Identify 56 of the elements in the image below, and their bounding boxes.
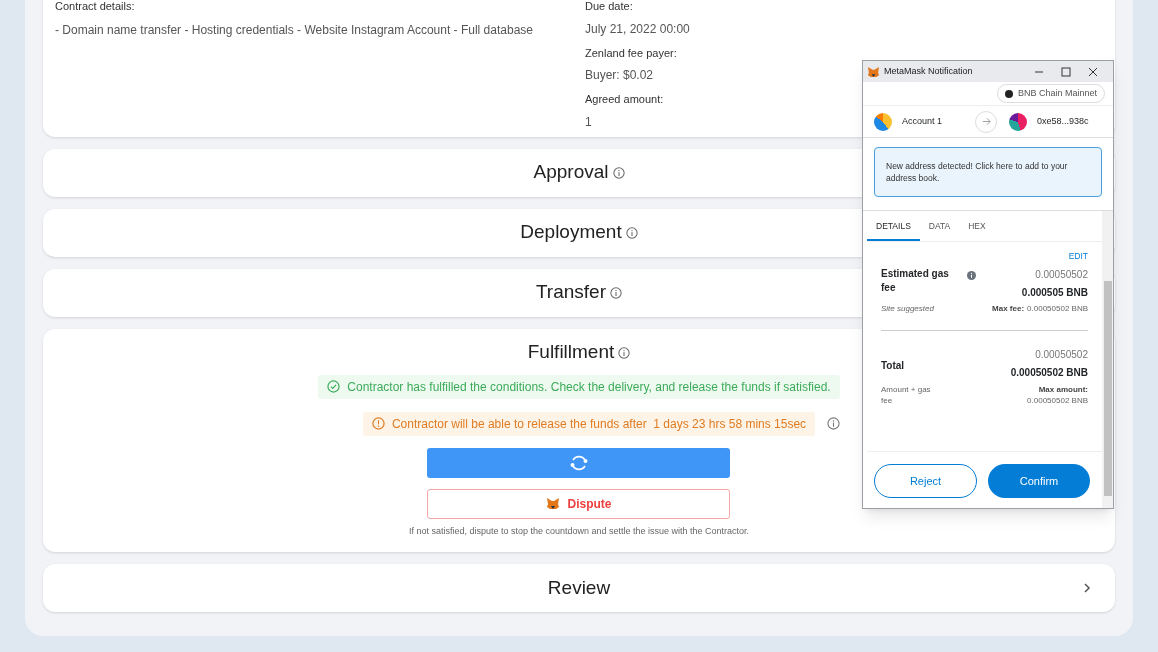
fox-icon (867, 65, 880, 78)
reject-button[interactable]: Reject (874, 464, 977, 498)
tab[interactable]: DETAILS (867, 213, 920, 241)
field-label: Agreed amount: (585, 92, 665, 107)
maximize-icon[interactable] (1059, 64, 1073, 79)
account-avatar (874, 112, 892, 131)
field-value: July 21, 2022 00:00 (585, 20, 690, 38)
tab[interactable]: HEX (959, 213, 995, 241)
max-fee-text: Max fee: 0.00050502 BNB (992, 302, 1088, 315)
recipient-address: 0xe58...938c (1037, 114, 1089, 128)
field-value: - Domain name transfer - Hosting credentials - Website Instagram Account - Full database (55, 21, 534, 39)
field-label: Contract details: (55, 0, 136, 14)
total-label: Total (881, 358, 905, 373)
window-title: MetaMask Notification (884, 64, 974, 78)
info-icon[interactable] (610, 286, 622, 299)
check-circle-icon (327, 380, 341, 393)
total-amount: 0.00050502 (1035, 347, 1088, 362)
notice-text: Contractor has fulfilled the conditions. Check the delivery, and release the funds if satisfied. (347, 378, 831, 396)
release-button[interactable] (427, 447, 731, 478)
fee-note: Site suggested (881, 302, 934, 315)
fee-label: Estimated gas fee (881, 266, 950, 295)
scrollbar-thumb[interactable] (1103, 281, 1112, 496)
info-icon[interactable] (967, 270, 976, 280)
arrow-right-icon (975, 110, 997, 133)
dispute-button[interactable]: Dispute (427, 488, 731, 519)
info-icon[interactable] (618, 346, 631, 359)
field-label: Zenland fee payer: (585, 45, 678, 61)
field-label: Due date: (585, 0, 634, 14)
scrollbar[interactable] (1102, 211, 1113, 508)
address-avatar (1009, 112, 1027, 131)
total-amount: 0.00050502 BNB (1010, 365, 1088, 380)
confirm-button[interactable]: Confirm (988, 464, 1090, 498)
edit-link[interactable]: EDIT (1068, 250, 1088, 263)
info-icon[interactable] (827, 417, 841, 430)
fee-amount: 0.00050502 (1035, 267, 1088, 282)
info-icon[interactable] (625, 226, 638, 239)
fox-icon (546, 497, 561, 510)
max-amount-label: Max amount: (1038, 383, 1088, 395)
step-title: Deployment (520, 220, 622, 245)
warning-icon (371, 417, 385, 430)
step-title: Transfer (535, 280, 606, 305)
info-icon[interactable] (612, 166, 625, 179)
step-title: Approval (533, 160, 609, 185)
field-value: Buyer: $0.02 (585, 67, 655, 84)
total-note: Amount + gas fee (881, 383, 932, 406)
step-title: Fulfillment (527, 340, 615, 365)
account-name: Account 1 (902, 114, 943, 128)
new-address-notice[interactable]: New address detected! Click here to add to your address book. (874, 147, 1102, 197)
chevron-right-icon[interactable] (1081, 581, 1093, 595)
max-amount-value: 0.00050502 BNB (1027, 394, 1088, 406)
notice-text: Contractor will be able to release the funds after 1 days 23 hrs 58 mins 15sec (391, 415, 807, 433)
fee-amount: 0.000505 BNB (1021, 285, 1088, 300)
step-title: Review (547, 575, 611, 600)
hint-text: If not satisfied, dispute to stop the countdown and settle the issue with the Contractor. (408, 524, 750, 538)
tab[interactable]: DATA (919, 213, 960, 241)
field-value: 1 (585, 113, 593, 131)
